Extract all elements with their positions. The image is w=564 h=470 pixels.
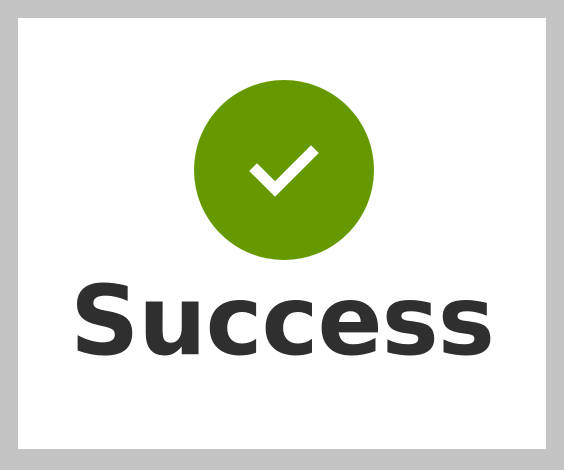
status-title: Success — [70, 265, 495, 377]
checkmark-icon — [249, 145, 319, 197]
success-panel: Success — [18, 18, 546, 449]
success-icon — [194, 80, 374, 260]
